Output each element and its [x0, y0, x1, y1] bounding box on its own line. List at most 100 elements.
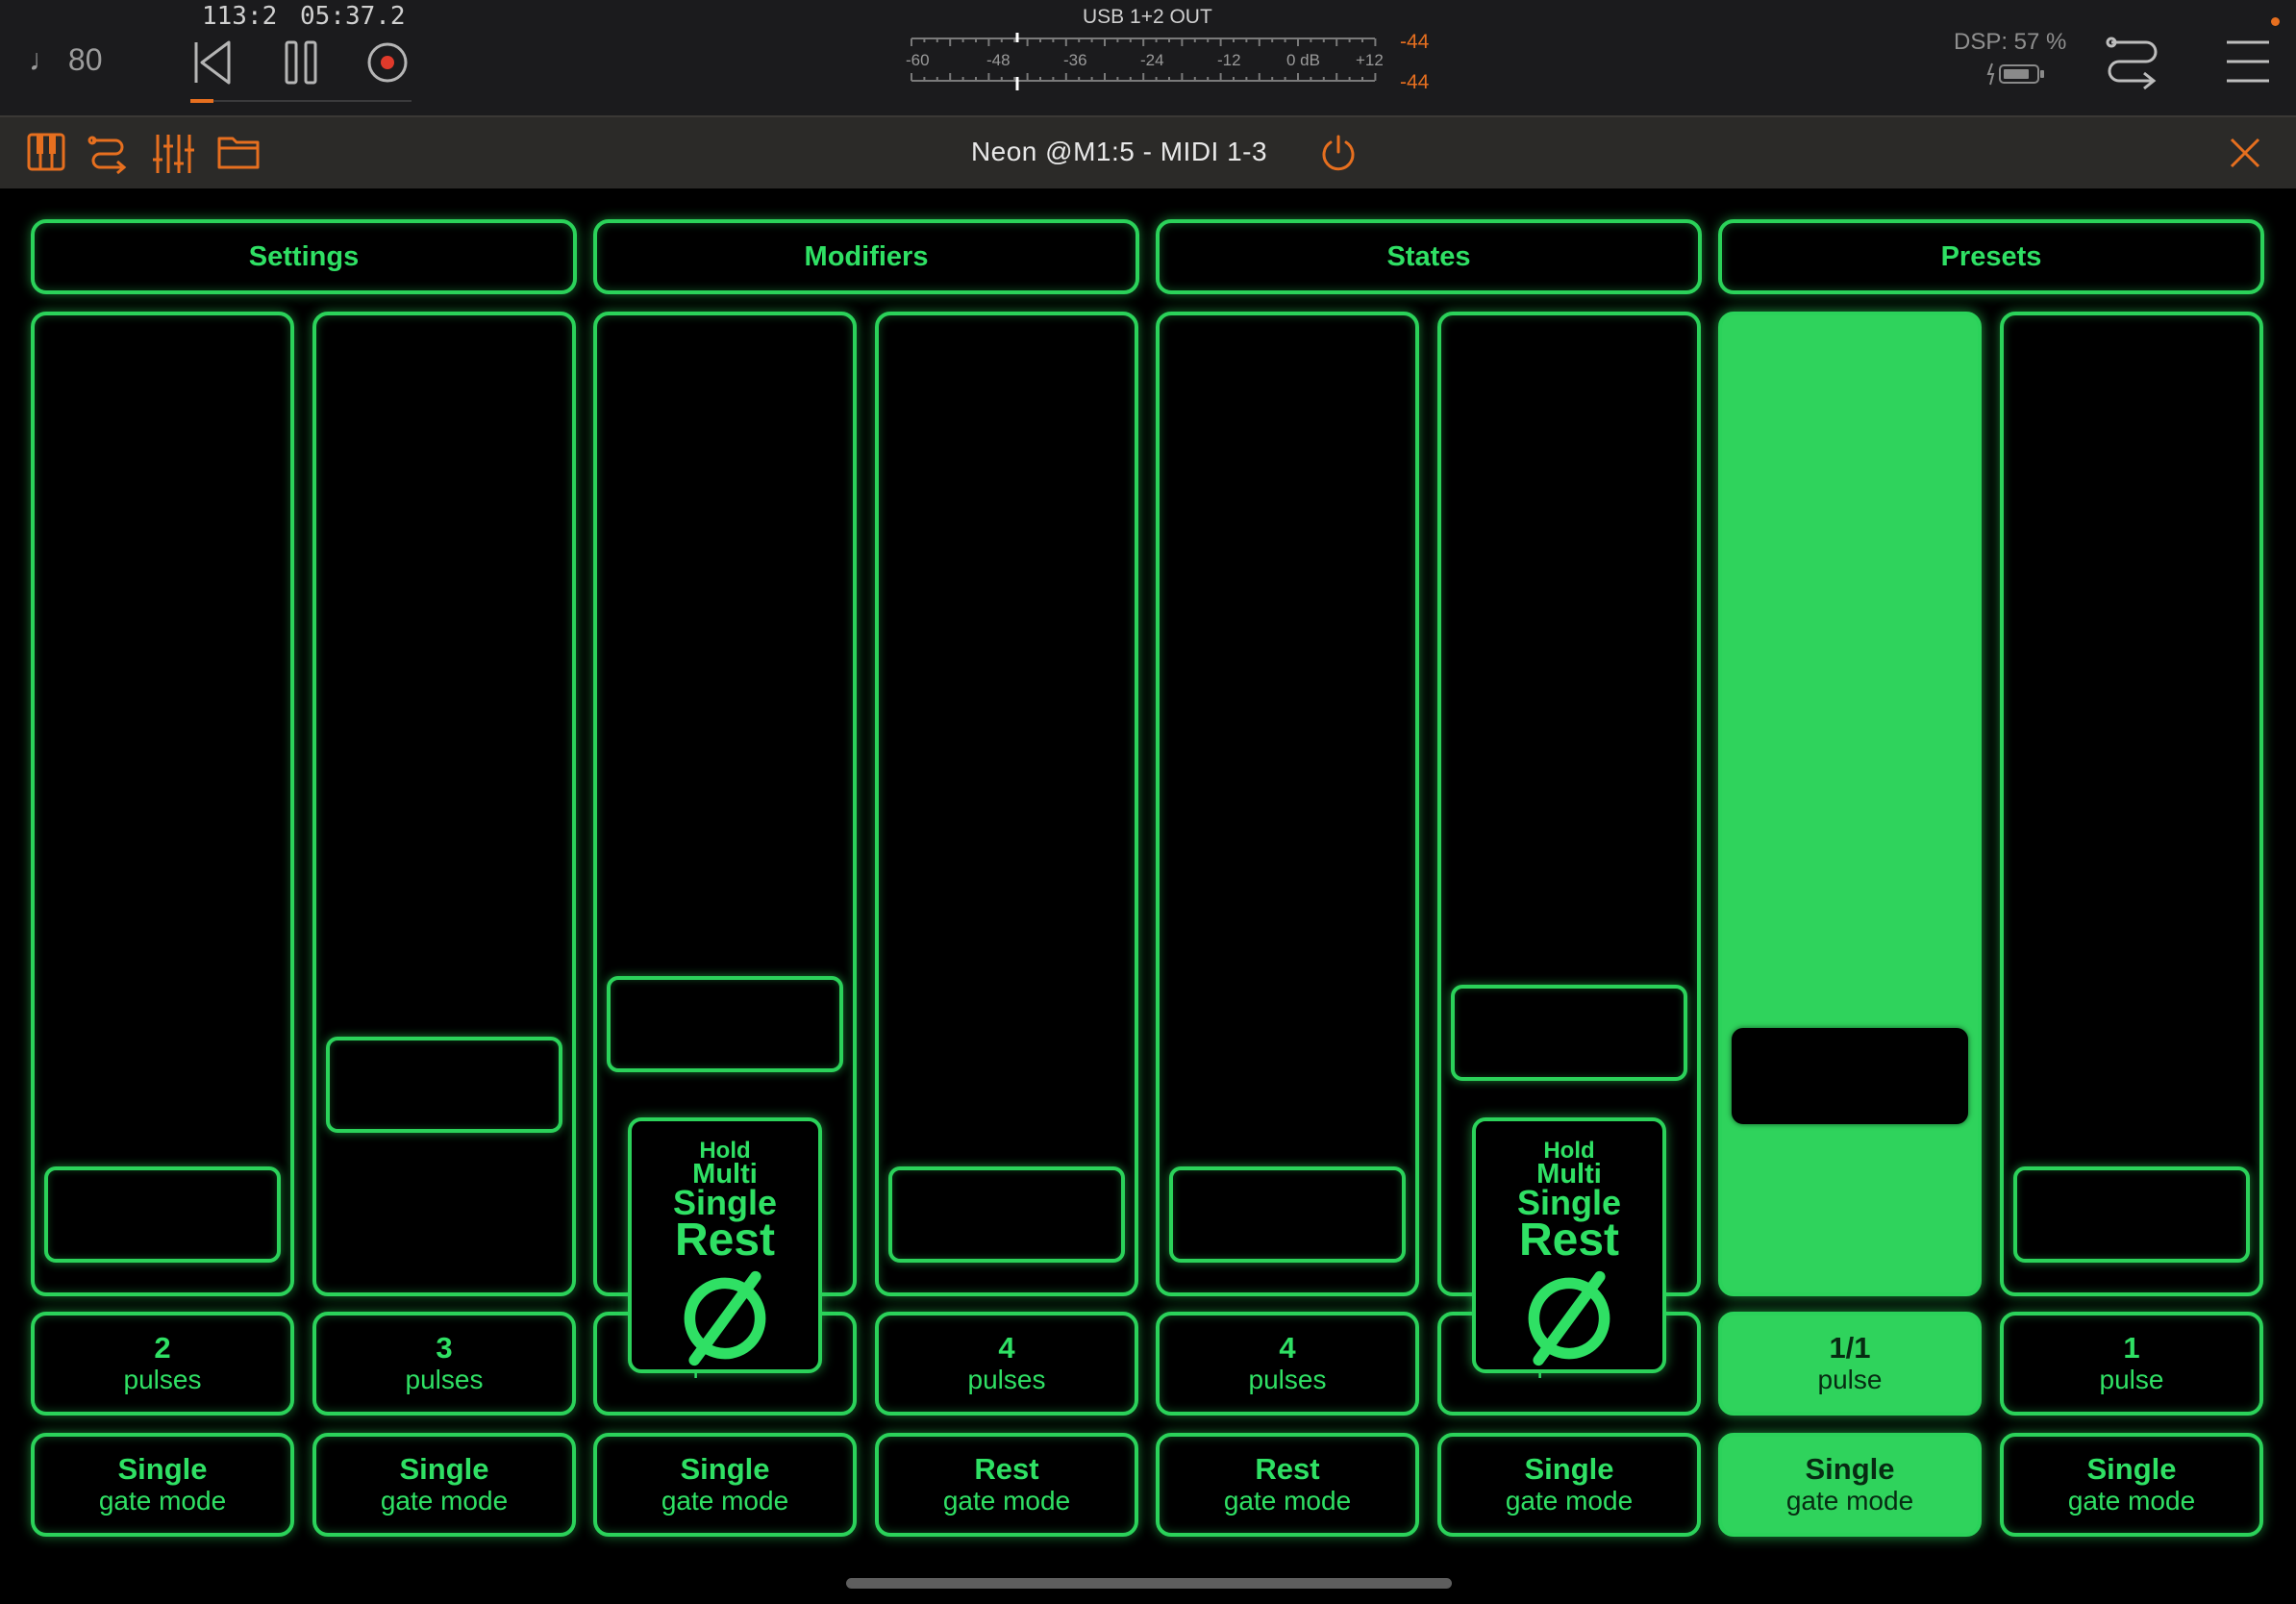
gate-mode-button[interactable]: Single gate mode	[312, 1433, 576, 1537]
step-slider-5[interactable]	[1156, 312, 1419, 1296]
tab-label: States	[1386, 240, 1471, 272]
pause-icon	[285, 40, 317, 85]
empty-set-icon	[1528, 1270, 1610, 1366]
meter-scale-label: +12	[1356, 51, 1384, 69]
rewind-button[interactable]	[187, 37, 238, 88]
gate-mode-picker[interactable]: Hold Multi Single Rest	[1472, 1117, 1666, 1373]
gate-label: gate mode	[2067, 1486, 2196, 1516]
tab-label: Modifiers	[804, 240, 929, 272]
slider-handle[interactable]	[1169, 1166, 1406, 1263]
pulse-value: 2	[154, 1331, 171, 1365]
time-position: 05:37.2	[300, 2, 406, 31]
power-icon[interactable]	[1319, 135, 1358, 173]
step-slider-4[interactable]	[875, 312, 1138, 1296]
tab-settings[interactable]: Settings	[31, 219, 577, 294]
step-slider-8[interactable]	[2000, 312, 2263, 1296]
gate-label: gate mode	[380, 1486, 509, 1516]
tab-presets[interactable]: Presets	[1718, 219, 2264, 294]
gate-value: Single	[399, 1452, 489, 1486]
pulse-value: 4	[1279, 1331, 1296, 1365]
meter-scale-label: -12	[1217, 51, 1241, 69]
pause-button[interactable]	[275, 37, 327, 88]
slider-handle[interactable]	[888, 1166, 1125, 1263]
song-progress[interactable]	[190, 99, 412, 103]
gate-label: gate mode	[1223, 1486, 1352, 1516]
battery-icon	[1986, 63, 2044, 86]
pulse-count-button[interactable]: 4 pulses	[875, 1312, 1138, 1416]
step-slider-2[interactable]	[312, 312, 576, 1296]
gate-value: Single	[1805, 1452, 1895, 1486]
tab-label: Settings	[248, 240, 360, 272]
tab-modifiers[interactable]: Modifiers	[593, 219, 1139, 294]
gate-mode-button[interactable]: Single gate mode	[1437, 1433, 1701, 1537]
slider-handle[interactable]	[44, 1166, 281, 1263]
pulse-count-button[interactable]: 1 pulse	[2000, 1312, 2263, 1416]
pulse-unit: pulse	[2099, 1365, 2164, 1394]
meter-scale-label: -24	[1140, 51, 1164, 69]
gate-value: Rest	[974, 1452, 1039, 1486]
song-progress-fill	[190, 99, 213, 103]
notification-dot	[2271, 17, 2280, 26]
pulse-unit: pulse	[1817, 1365, 1883, 1394]
empty-set-icon	[684, 1270, 766, 1366]
slider-handle[interactable]	[326, 1037, 562, 1133]
bar-position: 113:2	[202, 2, 278, 31]
home-indicator[interactable]	[846, 1578, 1452, 1589]
tab-states[interactable]: States	[1156, 219, 1702, 294]
pulse-value: 1/1	[1829, 1331, 1871, 1365]
pulse-unit: pulses	[1248, 1365, 1327, 1394]
gate-mode-button[interactable]: Rest gate mode	[1156, 1433, 1419, 1537]
pulse-unit: pulses	[405, 1365, 484, 1394]
gate-mode-button[interactable]: Single gate mode	[593, 1433, 857, 1537]
pulse-count-button[interactable]: 3 pulses	[312, 1312, 576, 1416]
slider-handle[interactable]	[607, 976, 843, 1072]
routing-icon[interactable]	[2102, 33, 2163, 90]
gate-label: gate mode	[1505, 1486, 1634, 1516]
gate-label: gate mode	[661, 1486, 789, 1516]
record-button[interactable]	[362, 37, 413, 88]
gate-value: Single	[117, 1452, 208, 1486]
meter-right-value: -44	[1400, 71, 1430, 93]
gate-mode-button[interactable]: Single gate mode	[31, 1433, 294, 1537]
slider-handle[interactable]	[1451, 985, 1687, 1081]
gate-option[interactable]: Rest	[675, 1217, 775, 1264]
record-icon	[367, 42, 408, 83]
meter-title: USB 1+2 OUT	[1083, 6, 1212, 28]
meter-scale-label: -48	[986, 51, 1011, 69]
meter-scale-label: 0 dB	[1286, 51, 1320, 69]
tempo-display[interactable]: ♩ 80	[29, 42, 102, 78]
gate-mode-button[interactable]: Rest gate mode	[875, 1433, 1138, 1537]
dsp-load: DSP: 57 %	[1954, 29, 2067, 55]
close-icon[interactable]	[2229, 137, 2261, 169]
gate-label: gate mode	[1785, 1486, 1914, 1516]
gate-label: gate mode	[98, 1486, 227, 1516]
pulse-value: 4	[998, 1331, 1015, 1365]
pulse-value: 3	[436, 1331, 453, 1365]
step-slider-7[interactable]	[1718, 312, 1982, 1296]
gate-mode-picker[interactable]: Hold Multi Single Rest	[628, 1117, 822, 1373]
plugin-header: Neon @M1:5 - MIDI 1-3	[0, 115, 2296, 188]
gate-mode-button[interactable]: Single gate mode	[2000, 1433, 2263, 1537]
transport-bar: ♩ 80 113:2 05:37.2 USB 1+2 OUT -60 -48 -36…	[0, 0, 2296, 115]
pulse-count-button[interactable]: 4 pulses	[1156, 1312, 1419, 1416]
tab-label: Presets	[1940, 240, 2042, 272]
step-slider-1[interactable]	[31, 312, 294, 1296]
gate-option[interactable]: Rest	[1519, 1217, 1619, 1264]
meter-left-value: -44	[1400, 31, 1430, 53]
slider-handle[interactable]	[1732, 1028, 1968, 1124]
pulse-count-button[interactable]: 2 pulses	[31, 1312, 294, 1416]
gate-value: Single	[1524, 1452, 1614, 1486]
gate-value: Single	[680, 1452, 770, 1486]
gate-label: gate mode	[942, 1486, 1071, 1516]
pulse-count-button[interactable]: 1/1 pulse	[1718, 1312, 1982, 1416]
gate-value: Rest	[1255, 1452, 1320, 1486]
pulse-unit: pulses	[967, 1365, 1046, 1394]
gate-mode-button[interactable]: Single gate mode	[1718, 1433, 1982, 1537]
skip-back-icon	[194, 40, 231, 85]
pulse-value: 1	[2123, 1331, 2140, 1365]
menu-icon[interactable]	[2225, 38, 2271, 85]
slider-handle[interactable]	[2013, 1166, 2250, 1263]
meter-scale-label: -60	[906, 51, 930, 69]
meter-scale-label: -36	[1063, 51, 1087, 69]
plugin-title: Neon @M1:5 - MIDI 1-3	[970, 137, 1268, 166]
